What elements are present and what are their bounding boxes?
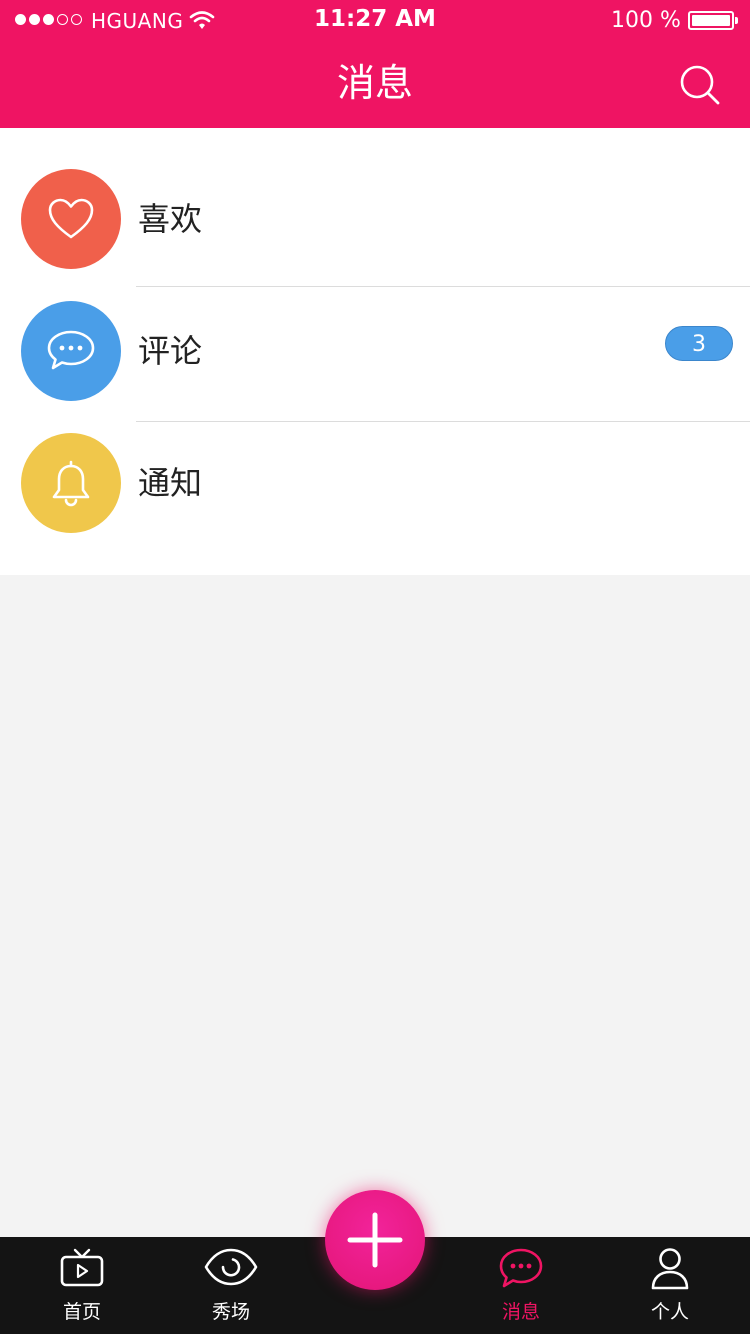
bell-icon xyxy=(52,460,90,507)
tab-profile[interactable]: 个人 xyxy=(595,1237,745,1334)
list-item-notifications[interactable]: 通知 xyxy=(0,392,750,533)
app-header: HGUANG 11:27 AM 100 % 消息 xyxy=(0,0,750,128)
tab-label: 秀场 xyxy=(211,1301,250,1323)
likes-avatar xyxy=(21,169,121,269)
list-item-likes[interactable]: 喜欢 xyxy=(0,128,750,269)
plus-icon xyxy=(347,1212,403,1268)
chat-bubble-icon xyxy=(47,330,95,370)
battery-icon xyxy=(688,11,734,30)
create-button[interactable] xyxy=(325,1190,425,1290)
tab-label: 消息 xyxy=(501,1301,540,1323)
notifications-avatar xyxy=(21,433,121,533)
eye-icon xyxy=(204,1248,258,1286)
tab-showroom[interactable]: 秀场 xyxy=(156,1237,306,1334)
comments-avatar xyxy=(21,301,121,401)
tab-home[interactable]: 首页 xyxy=(7,1237,157,1334)
heart-icon xyxy=(48,198,94,239)
page-title: 消息 xyxy=(336,61,413,105)
tab-label: 首页 xyxy=(62,1301,101,1323)
tab-messages[interactable]: 消息 xyxy=(446,1237,596,1334)
search-icon[interactable] xyxy=(678,63,722,107)
list-item-label: 评论 xyxy=(138,332,203,370)
message-icon xyxy=(499,1248,543,1288)
battery-percent: 100 % xyxy=(611,8,681,33)
list-item-label: 喜欢 xyxy=(138,200,203,238)
tab-label: 个人 xyxy=(650,1301,689,1323)
person-icon xyxy=(651,1248,689,1290)
status-bar: HGUANG 11:27 AM 100 % xyxy=(0,0,750,42)
unread-count-badge: 3 xyxy=(665,326,733,361)
battery-tip xyxy=(735,17,738,24)
tv-icon xyxy=(60,1248,104,1287)
list-item-label: 通知 xyxy=(138,464,203,502)
message-category-list: 喜欢 评论 通知 xyxy=(0,128,750,575)
list-item-comments[interactable]: 评论 xyxy=(0,260,750,401)
